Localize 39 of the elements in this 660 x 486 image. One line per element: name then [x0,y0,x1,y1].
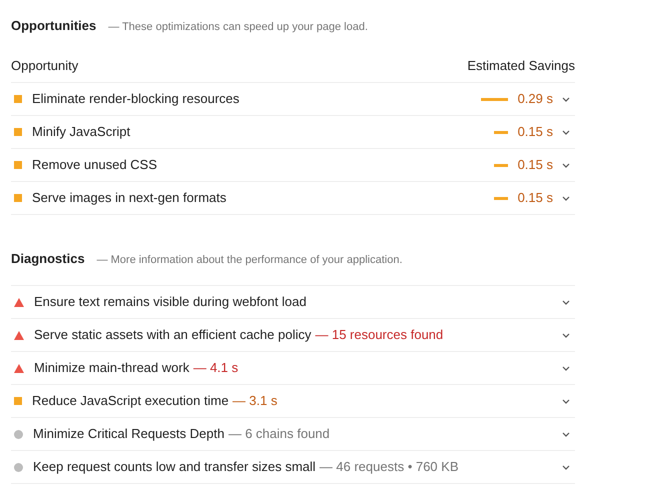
chevron-down-icon[interactable] [562,464,570,470]
diagnostic-detail: — 3.1 s [232,392,278,410]
diagnostic-title: Minimize main-thread work [34,359,190,378]
diagnostic-title: Serve static assets with an efficient cache policy [34,326,312,344]
column-header: Opportunity [11,56,78,75]
savings-bar [494,196,508,200]
diagnostic-title: Keep request counts low and transfer sizes small [33,458,316,476]
chevron-down-icon[interactable] [562,366,570,370]
column-header: Estimated Savings [467,56,575,75]
chevron-down-icon[interactable] [562,300,570,304]
section-description: — More information about the performance of your application. [96,253,402,268]
chevron-down-icon[interactable] [562,162,570,168]
section-description: — These optimizations can speed up your page load. [108,20,368,35]
savings-value: 0.29 s [518,90,553,108]
diagnostic-title: Minimize Critical Requests Depth [33,425,224,444]
opportunity-title: Serve images in next-gen formats [32,189,228,208]
chevron-down-icon[interactable] [562,332,570,338]
savings-bar [494,130,508,134]
opportunity-title: Eliminate render-blocking resources [32,90,240,108]
diagnostic-detail: — 6 chains found [228,425,330,444]
section-title: Opportunities [11,17,96,35]
chevron-down-icon[interactable] [562,432,570,436]
chevron-down-icon[interactable] [562,196,570,200]
chevron-down-icon[interactable] [562,96,570,102]
diagnostic-title: Ensure text remains visible during webfont load [34,293,306,312]
chevron-down-icon[interactable] [562,398,570,404]
savings-bar [494,164,508,166]
diagnostic-detail: — 15 resources found [315,326,444,344]
diagnostic-detail: — 46 requests • 760 KB [320,458,458,476]
section-title: Diagnostics [11,250,85,268]
savings-value: 0.15 s [518,156,553,174]
savings-bar [480,98,508,100]
diagnostic-title: Reduce JavaScript execution time [32,392,229,410]
savings-value: 0.15 s [518,189,553,208]
opportunity-title: Minify JavaScript [32,123,132,142]
opportunity-title: Remove unused CSS [32,156,158,174]
diagnostic-detail: — 4.1 s [193,359,238,378]
chevron-down-icon[interactable] [562,130,570,134]
savings-value: 0.15 s [518,123,553,142]
